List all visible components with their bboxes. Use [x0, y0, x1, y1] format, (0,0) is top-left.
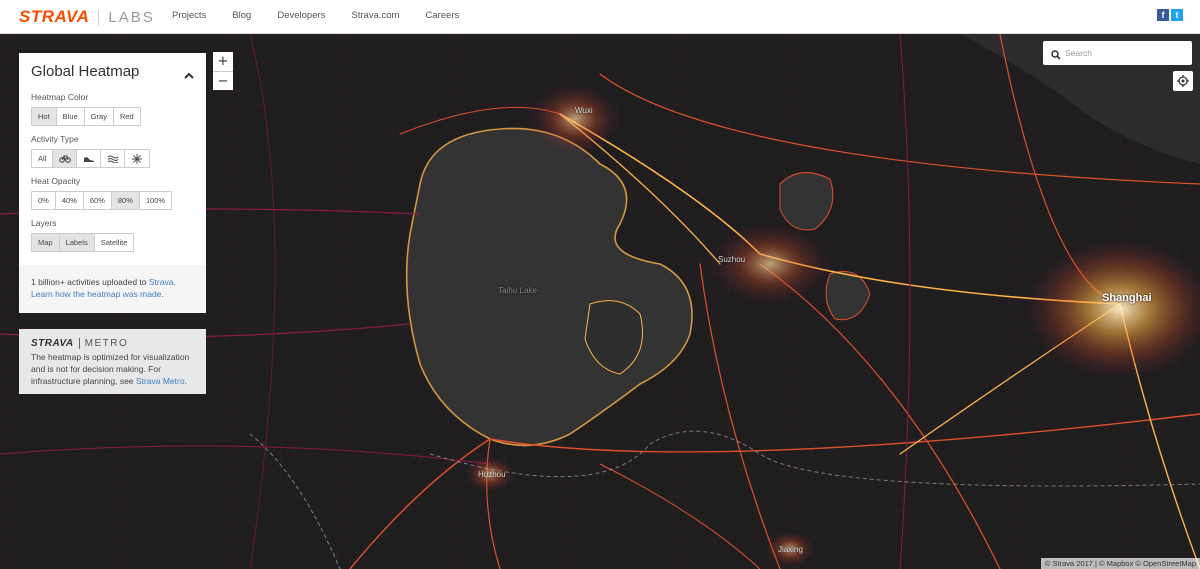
- crosshair-icon: [1177, 75, 1189, 87]
- layers-label: Layers: [31, 218, 57, 228]
- layer-option-satellite[interactable]: Satellite: [94, 234, 134, 251]
- map-label-wuxi: Wuxi: [575, 106, 593, 115]
- nav-link-developers[interactable]: Developers: [277, 10, 325, 21]
- metro-notice: STRAVA METRO The heatmap is optimized fo…: [19, 329, 206, 394]
- metro-text: The heatmap is optimized for visualizati…: [31, 351, 194, 387]
- nav-link-strava-com[interactable]: Strava.com: [351, 10, 399, 21]
- footer-period-2: .: [161, 289, 164, 299]
- color-option-red[interactable]: Red: [113, 108, 140, 125]
- strava-metro-link[interactable]: Strava Metro: [136, 376, 185, 386]
- strava-link[interactable]: Strava: [149, 277, 174, 287]
- zoom-in-button[interactable]: +: [213, 52, 233, 71]
- metro-word: METRO: [84, 338, 129, 349]
- learn-heatmap-link[interactable]: Learn how the heatmap was made: [31, 289, 161, 299]
- heat-opacity-group: 0% 40% 60% 80% 100%: [31, 191, 173, 210]
- activity-type-label: Activity Type: [31, 134, 79, 144]
- heatmap-color-group: Hot Blue Gray Red: [31, 107, 141, 126]
- map-label-jiaxing: Jiaxing: [778, 545, 803, 554]
- heatmap-color-label: Heatmap Color: [31, 92, 89, 102]
- top-nav: STRAVA LABS Projects Blog Developers Str…: [0, 0, 1200, 34]
- map-label-shanghai: Shanghai: [1102, 292, 1152, 304]
- metro-logo: STRAVA METRO: [31, 337, 194, 350]
- layers-group: Map Labels Satellite: [31, 233, 135, 252]
- panel-header: Global Heatmap: [19, 53, 206, 87]
- zoom-controls: + −: [213, 52, 233, 90]
- nav-link-projects[interactable]: Projects: [172, 10, 206, 21]
- metro-divider: [78, 338, 80, 349]
- search-input[interactable]: [1065, 45, 1185, 61]
- metro-strava-word: STRAVA: [31, 338, 74, 349]
- search-box: [1043, 41, 1192, 65]
- layers-section: Layers Map Labels Satellite: [19, 218, 206, 252]
- nav-links: Projects Blog Developers Strava.com Care…: [172, 10, 485, 21]
- activity-option-all[interactable]: All: [32, 150, 54, 167]
- facebook-icon[interactable]: f: [1157, 9, 1169, 21]
- opacity-option-100[interactable]: 100%: [139, 192, 172, 209]
- activity-type-group: All: [31, 149, 151, 168]
- footer-period-1: .: [173, 277, 176, 287]
- activity-option-winter[interactable]: [125, 150, 150, 167]
- opacity-option-40[interactable]: 40%: [55, 192, 84, 209]
- twitter-icon[interactable]: t: [1171, 9, 1183, 21]
- strava-logo: STRAVA: [19, 7, 90, 26]
- layer-option-labels[interactable]: Labels: [59, 234, 95, 251]
- bike-icon: [59, 155, 71, 163]
- panel-footer: 1 billion+ activities uploaded to Strava…: [19, 265, 206, 313]
- heatmap-panel: Global Heatmap Heatmap Color Hot Blue Gr…: [19, 53, 206, 313]
- winter-icon: [132, 153, 143, 164]
- zoom-out-button[interactable]: −: [213, 71, 233, 90]
- brand-divider: [98, 9, 100, 25]
- activity-option-run[interactable]: [77, 150, 102, 167]
- opacity-option-60[interactable]: 60%: [83, 192, 112, 209]
- activity-option-bike[interactable]: [53, 150, 78, 167]
- activities-text: 1 billion+ activities uploaded to: [31, 277, 149, 287]
- color-option-blue[interactable]: Blue: [56, 108, 85, 125]
- map-attribution[interactable]: © Strava 2017 | © Mapbox © OpenStreetMap: [1040, 558, 1200, 569]
- map-label-huzhou: Huzhou: [478, 470, 506, 479]
- activity-option-water[interactable]: [101, 150, 126, 167]
- color-option-gray[interactable]: Gray: [84, 108, 114, 125]
- labs-logo: LABS: [108, 8, 155, 26]
- search-icon: [1051, 47, 1061, 65]
- layer-option-map[interactable]: Map: [32, 234, 60, 251]
- heat-opacity-label: Heat Opacity: [31, 176, 81, 186]
- color-option-hot[interactable]: Hot: [32, 108, 57, 125]
- activity-type-section: Activity Type All: [19, 134, 206, 168]
- brand-logo[interactable]: STRAVA LABS: [19, 7, 155, 27]
- map-label-taihu: Taihu Lake: [498, 286, 537, 295]
- nav-link-careers[interactable]: Careers: [425, 10, 459, 21]
- metro-period: .: [184, 376, 187, 386]
- opacity-option-0[interactable]: 0%: [32, 192, 56, 209]
- run-icon: [83, 156, 94, 162]
- locate-button[interactable]: [1173, 71, 1193, 91]
- panel-title: Global Heatmap: [31, 63, 140, 80]
- map-label-suzhou: Suzhou: [718, 255, 746, 264]
- opacity-option-80[interactable]: 80%: [111, 192, 140, 209]
- heatmap-color-section: Heatmap Color Hot Blue Gray Red: [19, 92, 206, 126]
- heat-opacity-section: Heat Opacity 0% 40% 60% 80% 100%: [19, 176, 206, 210]
- social-links: f t: [1157, 9, 1183, 21]
- chevron-up-icon[interactable]: [184, 66, 194, 84]
- water-icon: [107, 155, 119, 163]
- nav-link-blog[interactable]: Blog: [232, 10, 251, 21]
